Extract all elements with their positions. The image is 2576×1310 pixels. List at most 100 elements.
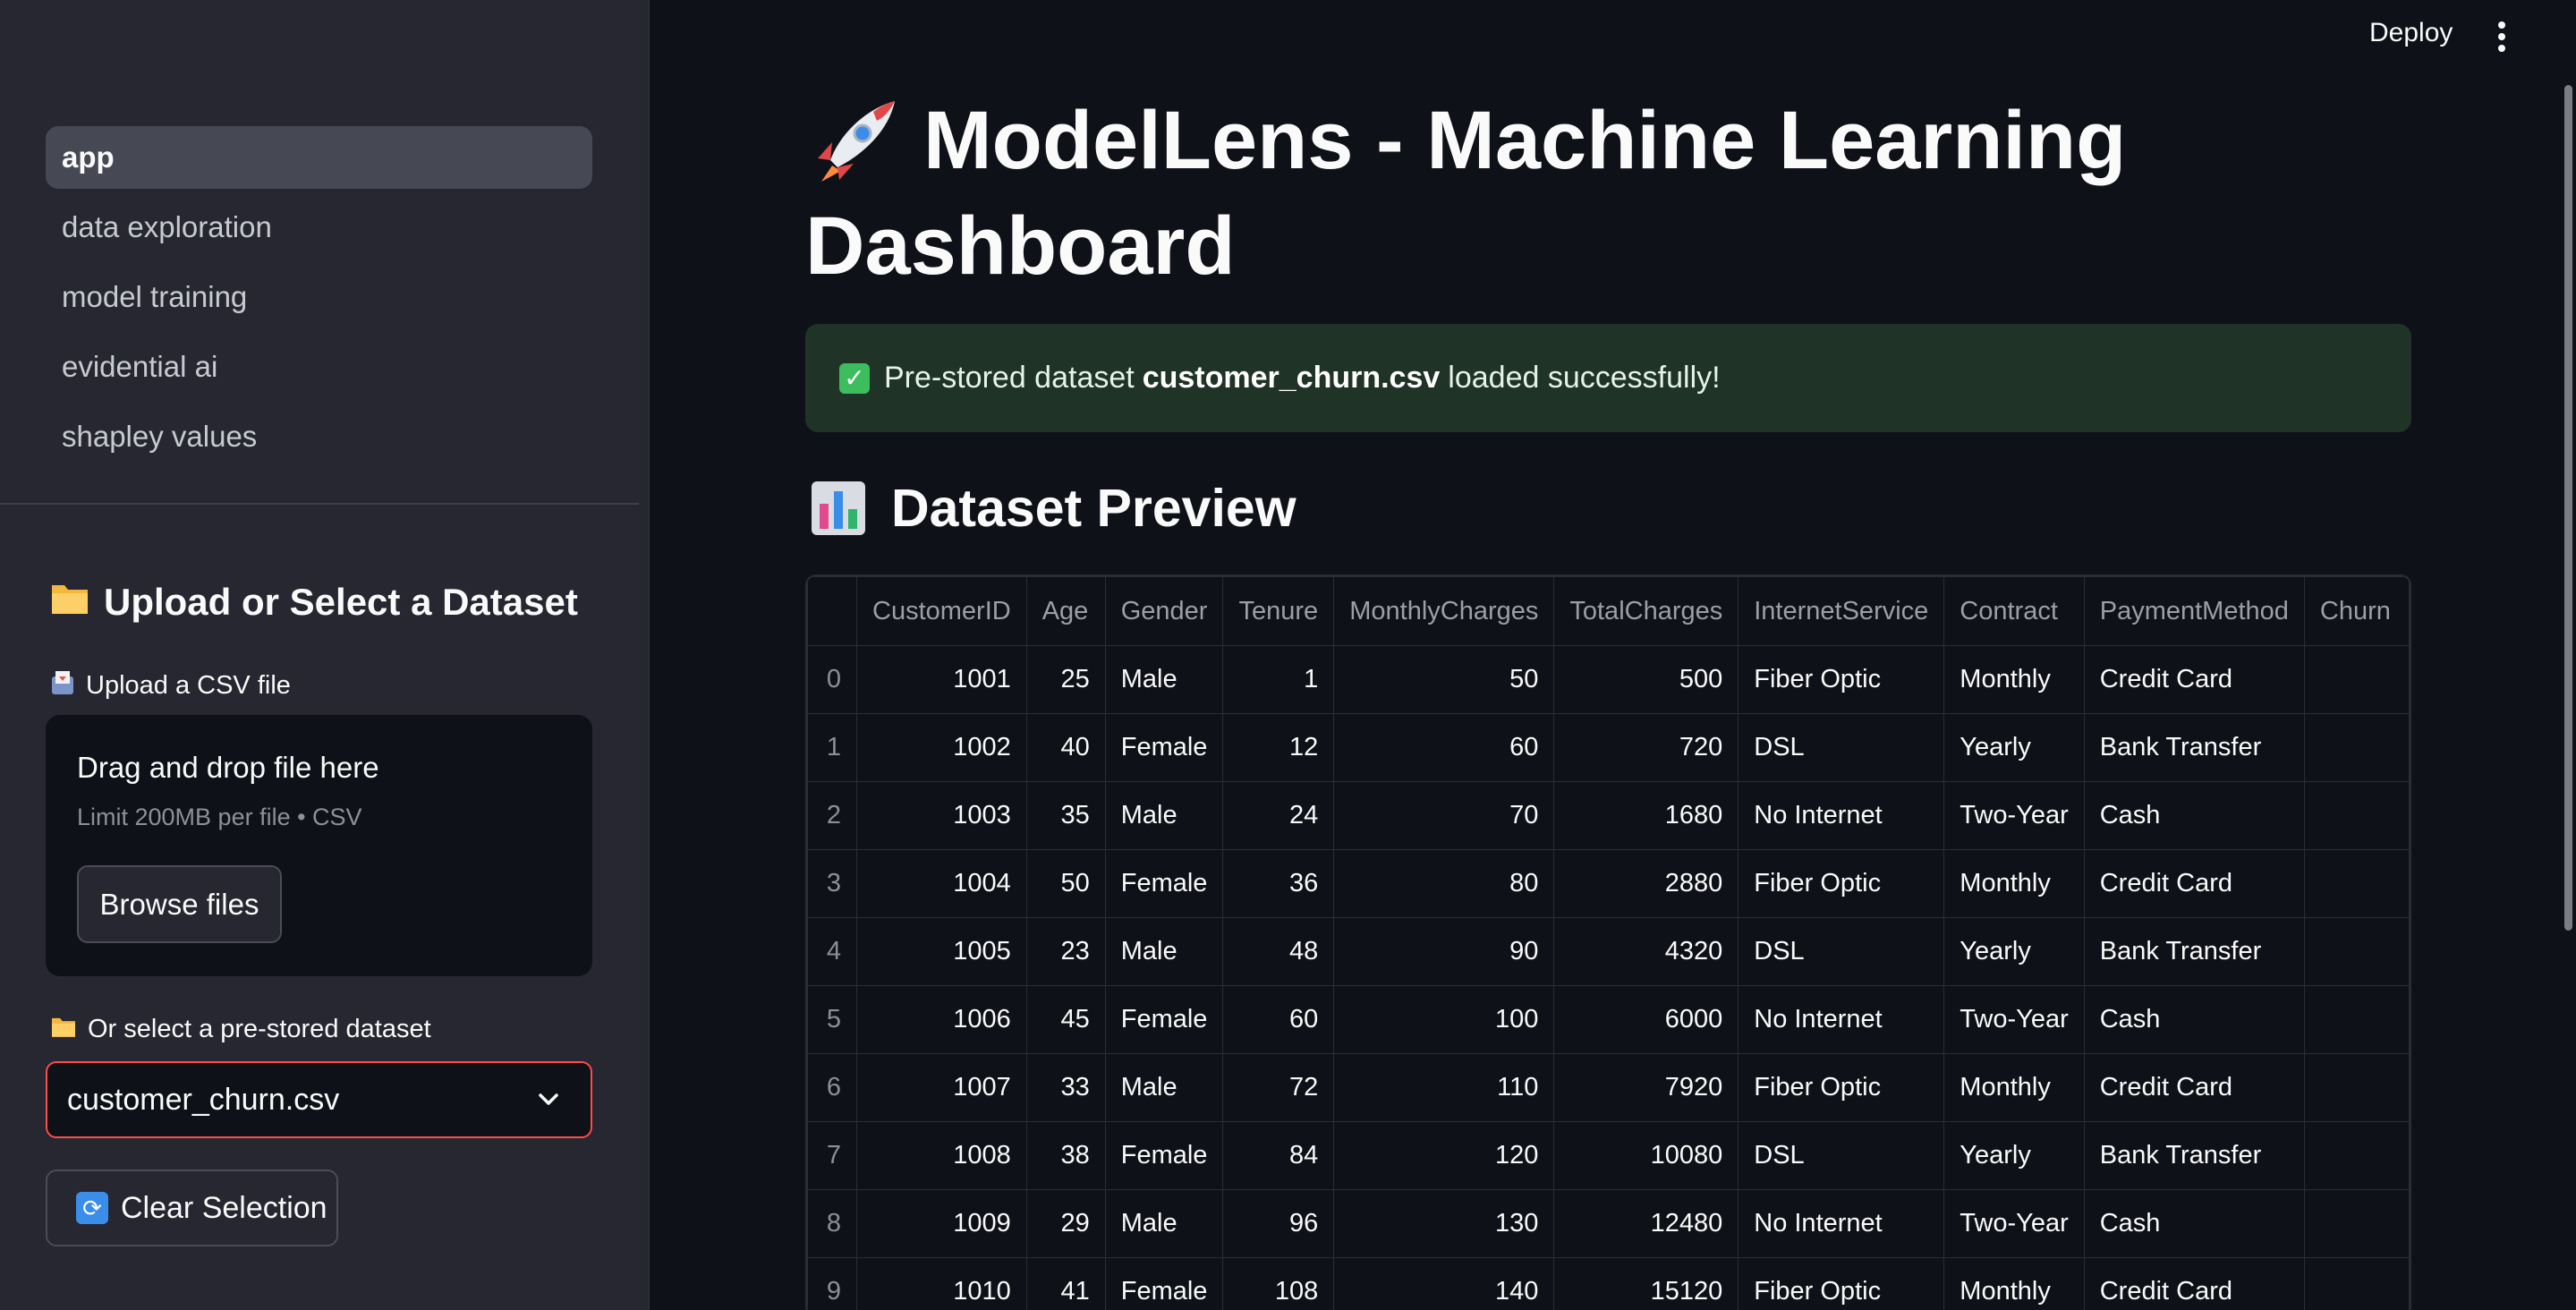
row-index-cell[interactable]: 1	[807, 713, 857, 782]
table-cell[interactable]: 10080	[1553, 1121, 1739, 1190]
table-cell[interactable]: 4320	[1553, 917, 1739, 986]
table-cell[interactable]: Male	[1104, 1053, 1224, 1122]
more-options-icon[interactable]	[2496, 21, 2507, 52]
table-cell[interactable]: Fiber Optic	[1738, 1053, 1945, 1122]
table-cell[interactable]: 24	[1222, 781, 1335, 850]
table-cell[interactable]: DSL	[1738, 1121, 1945, 1190]
column-header[interactable]: Churn	[2303, 576, 2410, 646]
table-cell[interactable]: Fiber Optic	[1738, 849, 1945, 918]
sidebar-item-shapley-values[interactable]: shapley values	[46, 405, 592, 468]
table-cell[interactable]: 1005	[856, 917, 1027, 986]
column-header[interactable]: Tenure	[1222, 576, 1335, 646]
table-cell[interactable]: 25	[1025, 645, 1106, 714]
table-cell[interactable]: Cash	[2083, 985, 2305, 1054]
column-header[interactable]: MonthlyCharges	[1333, 576, 1555, 646]
table-row[interactable]: 7 1008 38 Female 84 120 10080 DSL Yearly Bank Tra…	[807, 1121, 2410, 1190]
table-cell[interactable]: 1006	[856, 985, 1027, 1054]
table-cell[interactable]: 110	[1333, 1053, 1555, 1122]
table-cell[interactable]: Two-Year	[1943, 985, 2085, 1054]
column-header[interactable]: PaymentMethod	[2083, 576, 2305, 646]
table-cell[interactable]: 140	[1333, 1257, 1555, 1310]
column-header[interactable]: Contract	[1943, 576, 2085, 646]
row-index-cell[interactable]: 0	[807, 645, 857, 714]
table-cell[interactable]: 33	[1025, 1053, 1106, 1122]
table-cell[interactable]	[2303, 1189, 2410, 1258]
table-cell[interactable]	[2303, 985, 2410, 1054]
table-cell[interactable]	[2303, 1053, 2410, 1122]
sidebar-item-app[interactable]: app	[46, 126, 592, 189]
table-cell[interactable]	[2303, 849, 2410, 918]
table-cell[interactable]	[2303, 645, 2410, 714]
table-cell[interactable]: 38	[1025, 1121, 1106, 1190]
table-cell[interactable]: No Internet	[1738, 985, 1945, 1054]
table-cell[interactable]	[2303, 1257, 2410, 1310]
table-cell[interactable]: 50	[1333, 645, 1555, 714]
file-dropzone[interactable]: Drag and drop file here Limit 200MB per …	[46, 715, 592, 976]
table-cell[interactable]: 96	[1222, 1189, 1335, 1258]
table-cell[interactable]: DSL	[1738, 713, 1945, 782]
sidebar-item-data-exploration[interactable]: data exploration	[46, 196, 592, 259]
table-cell[interactable]: 60	[1333, 713, 1555, 782]
table-cell[interactable]: Credit Card	[2083, 1257, 2305, 1310]
table-cell[interactable]: Male	[1104, 917, 1224, 986]
table-cell[interactable]	[2303, 1121, 2410, 1190]
table-cell[interactable]: 45	[1025, 985, 1106, 1054]
column-header[interactable]: InternetService	[1738, 576, 1945, 646]
table-cell[interactable]: 15120	[1553, 1257, 1739, 1310]
table-cell[interactable]: 2880	[1553, 849, 1739, 918]
table-cell[interactable]: 1003	[856, 781, 1027, 850]
table-cell[interactable]: 80	[1333, 849, 1555, 918]
table-cell[interactable]: 130	[1333, 1189, 1555, 1258]
table-cell[interactable]: Male	[1104, 1189, 1224, 1258]
table-cell[interactable]	[2303, 713, 2410, 782]
table-cell[interactable]: 50	[1025, 849, 1106, 918]
table-cell[interactable]: 7920	[1553, 1053, 1739, 1122]
table-row[interactable]: 8 1009 29 Male 96 130 12480 No Internet Two-Year…	[807, 1189, 2410, 1258]
table-cell[interactable]: 60	[1222, 985, 1335, 1054]
row-index-cell[interactable]: 3	[807, 849, 857, 918]
column-header[interactable]: CustomerID	[856, 576, 1027, 646]
table-cell[interactable]: 1680	[1553, 781, 1739, 850]
row-index-cell[interactable]: 4	[807, 917, 857, 986]
table-row[interactable]: 2 1003 35 Male 24 70 1680 No Internet Two-Year Ca…	[807, 781, 2410, 850]
table-cell[interactable]: Fiber Optic	[1738, 1257, 1945, 1310]
table-cell[interactable]: Two-Year	[1943, 1189, 2085, 1258]
table-cell[interactable]: Female	[1104, 1121, 1224, 1190]
table-row[interactable]: 4 1005 23 Male 48 90 4320 DSL Yearly Bank Transfe…	[807, 917, 2410, 986]
table-cell[interactable]: Bank Transfer	[2083, 917, 2305, 986]
table-cell[interactable]: 84	[1222, 1121, 1335, 1190]
sidebar-item-model-training[interactable]: model training	[46, 266, 592, 328]
table-cell[interactable]: Bank Transfer	[2083, 1121, 2305, 1190]
table-cell[interactable]: Credit Card	[2083, 645, 2305, 714]
table-cell[interactable]: 12480	[1553, 1189, 1739, 1258]
table-cell[interactable]: Monthly	[1943, 849, 2085, 918]
table-cell[interactable]: 12	[1222, 713, 1335, 782]
table-cell[interactable]: Monthly	[1943, 1053, 2085, 1122]
column-header[interactable]: Gender	[1104, 576, 1224, 646]
table-row[interactable]: 6 1007 33 Male 72 110 7920 Fiber Optic Monthly Cr…	[807, 1053, 2410, 1122]
table-cell[interactable]: Fiber Optic	[1738, 645, 1945, 714]
table-cell[interactable]: Monthly	[1943, 645, 2085, 714]
table-cell[interactable]: Credit Card	[2083, 849, 2305, 918]
column-header[interactable]: TotalCharges	[1553, 576, 1739, 646]
table-cell[interactable]: No Internet	[1738, 781, 1945, 850]
table-cell[interactable]: No Internet	[1738, 1189, 1945, 1258]
row-index-cell[interactable]: 5	[807, 985, 857, 1054]
table-cell[interactable]: Credit Card	[2083, 1053, 2305, 1122]
column-header[interactable]: Age	[1025, 576, 1106, 646]
clear-selection-button[interactable]: ⟳ Clear Selection	[46, 1170, 338, 1246]
table-cell[interactable]: 120	[1333, 1121, 1555, 1190]
row-index-cell[interactable]: 7	[807, 1121, 857, 1190]
row-index-cell[interactable]: 6	[807, 1053, 857, 1122]
table-cell[interactable]: 90	[1333, 917, 1555, 986]
table-cell[interactable]: 70	[1333, 781, 1555, 850]
table-cell[interactable]: 1002	[856, 713, 1027, 782]
table-cell[interactable]: Female	[1104, 985, 1224, 1054]
table-cell[interactable]: 36	[1222, 849, 1335, 918]
table-cell[interactable]: 40	[1025, 713, 1106, 782]
table-cell[interactable]: 1008	[856, 1121, 1027, 1190]
table-cell[interactable]: 41	[1025, 1257, 1106, 1310]
table-cell[interactable]: 1001	[856, 645, 1027, 714]
table-row[interactable]: 5 1006 45 Female 60 100 6000 No Internet Two-Yea…	[807, 985, 2410, 1054]
browse-files-button[interactable]: Browse files	[77, 865, 282, 943]
